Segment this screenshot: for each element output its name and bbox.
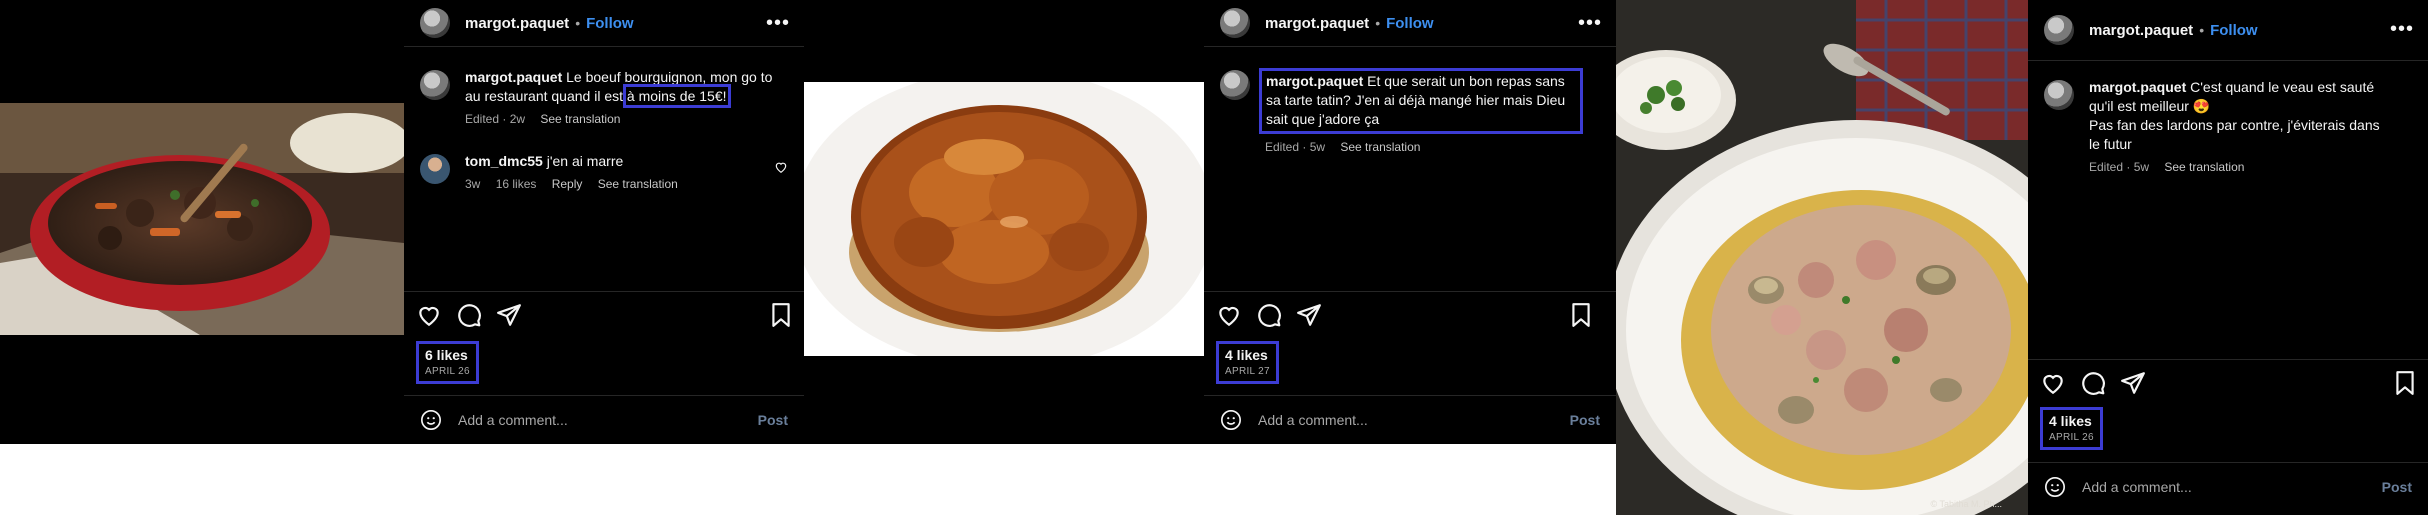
more-options-icon[interactable]: ••• — [1578, 12, 1602, 35]
comment-input[interactable] — [1256, 410, 1570, 429]
caption: margot.paquet Et que serait un bon repas… — [1220, 68, 1600, 157]
post-button[interactable]: Post — [758, 412, 788, 428]
share-icon[interactable] — [1296, 302, 1322, 328]
follow-button[interactable]: Follow — [586, 15, 634, 32]
likes-count[interactable]: 4 likes — [1225, 347, 1270, 363]
emoji-icon[interactable] — [420, 409, 442, 431]
separator-dot: • — [1375, 15, 1381, 31]
comment-input[interactable] — [456, 410, 758, 429]
post-date: APRIL 26 — [2049, 432, 2094, 443]
bookmark-icon[interactable] — [2392, 370, 2418, 396]
caption-meta: Edited · 5w See translation — [1265, 138, 1583, 157]
caption: margot.paquet C'est quand le veau est sa… — [2044, 78, 2412, 177]
comment-icon[interactable] — [2080, 370, 2106, 396]
likes-count[interactable]: 4 likes — [2049, 413, 2094, 429]
emoji-icon[interactable] — [2044, 476, 2066, 498]
beef-bourguignon-image — [0, 103, 404, 335]
comment-meta: 3w 16 likes Reply See translation — [465, 175, 774, 194]
action-bar — [2028, 359, 2428, 400]
comment-icon[interactable] — [456, 302, 482, 328]
caption-username[interactable]: margot.paquet — [1266, 73, 1363, 89]
follow-button[interactable]: Follow — [2210, 22, 2258, 39]
comment-row: tom_dmc55 j'en ai marre 3w 16 likes Repl… — [420, 152, 788, 194]
post-header: margot.paquet • Follow ••• — [2028, 0, 2428, 61]
see-translation-link[interactable]: See translation — [2164, 160, 2244, 174]
likes-block: 6 likes APRIL 26 — [416, 341, 479, 384]
comment-age: 3w — [465, 177, 481, 191]
heart-icon[interactable] — [2040, 370, 2066, 396]
post1-sidebar: margot.paquet • Follow ••• margot.paquet… — [404, 0, 804, 444]
bookmark-icon[interactable] — [768, 302, 794, 328]
post-header: margot.paquet • Follow ••• — [404, 0, 804, 47]
comment-input[interactable] — [2080, 477, 2382, 496]
post-date: APRIL 27 — [1225, 366, 1270, 377]
caption-username[interactable]: margot.paquet — [2089, 79, 2186, 95]
see-translation-link[interactable]: See translation — [540, 112, 620, 126]
avatar[interactable] — [420, 154, 450, 184]
add-comment-bar: Post — [2028, 462, 2428, 510]
post-date: APRIL 26 — [425, 366, 470, 377]
username[interactable]: margot.paquet — [465, 15, 569, 32]
likes-count[interactable]: 6 likes — [425, 347, 470, 363]
post2-media-panel — [804, 0, 1204, 444]
more-options-icon[interactable]: ••• — [2390, 18, 2414, 41]
edited-age: Edited · 5w — [2089, 160, 2150, 174]
share-icon[interactable] — [2120, 370, 2146, 396]
see-translation-link[interactable]: See translation — [1340, 140, 1420, 154]
bookmark-icon[interactable] — [1568, 302, 1594, 328]
comment-heart-icon[interactable] — [774, 160, 788, 174]
add-comment-bar: Post — [404, 395, 804, 443]
comment-text: j'en ai marre — [546, 153, 624, 169]
likes-block: 4 likes APRIL 26 — [2040, 407, 2103, 450]
likes-block: 4 likes APRIL 27 — [1216, 341, 1279, 384]
emoji-icon[interactable] — [1220, 409, 1242, 431]
sauteed-veal-image — [1616, 0, 2028, 515]
avatar[interactable] — [1220, 8, 1250, 38]
avatar[interactable] — [420, 70, 450, 100]
tarte-tatin-image — [804, 82, 1204, 356]
post2-sidebar: margot.paquet • Follow ••• margot.paquet… — [1204, 0, 1616, 444]
post1-media-panel — [0, 0, 404, 444]
caption: margot.paquet Le boeuf bourguignon, mon … — [420, 68, 788, 129]
separator-dot: • — [575, 15, 581, 31]
caption-highlight-box: margot.paquet Et que serait un bon repas… — [1259, 68, 1583, 134]
comment-icon[interactable] — [1256, 302, 1282, 328]
reply-button[interactable]: Reply — [552, 177, 583, 191]
username[interactable]: margot.paquet — [1265, 15, 1369, 32]
share-icon[interactable] — [496, 302, 522, 328]
post3-media-panel: © Tabitha M. Ph... — [1616, 0, 2028, 515]
follow-button[interactable]: Follow — [1386, 15, 1434, 32]
edited-age: Edited · 5w — [1265, 140, 1326, 154]
avatar[interactable] — [420, 8, 450, 38]
caption-text-line2: Pas fan des lardons par contre, j'éviter… — [2089, 117, 2380, 152]
action-bar — [1204, 291, 1616, 332]
comment-likes[interactable]: 16 likes — [496, 177, 537, 191]
post-header: margot.paquet • Follow ••• — [1204, 0, 1616, 47]
caption-highlight: à moins de 15€! — [622, 84, 731, 108]
heart-icon[interactable] — [1216, 302, 1242, 328]
caption-meta: Edited · 2w See translation — [465, 110, 788, 129]
separator-dot: • — [2199, 22, 2205, 38]
username[interactable]: margot.paquet — [2089, 22, 2193, 39]
avatar[interactable] — [2044, 15, 2074, 45]
avatar[interactable] — [2044, 80, 2074, 110]
action-bar — [404, 291, 804, 332]
edited-age: Edited · 2w — [465, 112, 526, 126]
image-credit: © Tabitha M. Ph... — [1930, 499, 2003, 509]
see-translation-link[interactable]: See translation — [598, 177, 678, 191]
post3-sidebar: margot.paquet • Follow ••• margot.paquet… — [2028, 0, 2428, 515]
caption-username[interactable]: margot.paquet — [465, 69, 562, 85]
more-options-icon[interactable]: ••• — [766, 12, 790, 35]
avatar[interactable] — [1220, 70, 1250, 100]
heart-icon[interactable] — [416, 302, 442, 328]
post-button[interactable]: Post — [1570, 412, 1600, 428]
caption-meta: Edited · 5w See translation — [2089, 158, 2389, 177]
add-comment-bar: Post — [1204, 395, 1616, 443]
comment-username[interactable]: tom_dmc55 — [465, 153, 543, 169]
post-button[interactable]: Post — [2382, 479, 2412, 495]
